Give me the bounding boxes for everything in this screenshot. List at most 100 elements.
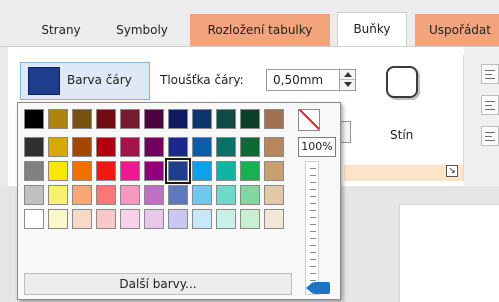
slider-tick [310,259,316,260]
tab-bunky[interactable]: Buňky [337,12,407,47]
color-swatch[interactable] [264,185,284,205]
color-swatch[interactable] [144,209,164,229]
color-swatch[interactable] [24,185,44,205]
color-picker-popup: Další barvy... 100% [17,102,341,300]
color-swatch[interactable] [96,161,116,181]
color-swatch[interactable] [48,109,68,129]
slider-tick [310,280,316,281]
color-swatch[interactable] [168,109,188,129]
line-thickness-spinner[interactable] [339,70,355,90]
color-swatch[interactable] [240,109,260,129]
color-swatch[interactable] [48,137,68,157]
color-swatch[interactable] [168,137,188,157]
line-color-swatch [28,67,60,95]
line-color-button[interactable]: Barva čáry [20,62,150,100]
slider-tick [310,231,316,232]
more-colors-button[interactable]: Další barvy... [24,273,292,295]
align-center-button[interactable] [481,95,499,115]
color-swatch[interactable] [72,209,92,229]
color-swatch[interactable] [120,161,140,181]
color-swatch[interactable] [144,109,164,129]
opacity-slider-thumb[interactable] [306,282,330,294]
color-swatch[interactable] [240,161,260,181]
color-swatch[interactable] [192,137,212,157]
color-swatch[interactable] [144,161,164,181]
slider-tick [310,266,316,267]
color-swatch[interactable] [48,161,68,181]
slider-tick [310,210,316,211]
color-swatch[interactable] [120,109,140,129]
color-swatch[interactable] [72,161,92,181]
line-thickness-label: Tloušťka čáry: [160,73,244,87]
spin-up-icon[interactable] [344,72,352,77]
color-swatch[interactable] [264,137,284,157]
color-swatch[interactable] [120,137,140,157]
slider-tick [310,273,316,274]
line-thickness-field[interactable]: 0,50mm [266,69,356,91]
color-swatch[interactable] [144,137,164,157]
color-swatch[interactable] [165,158,191,184]
dialog-launcher-icon[interactable]: ↘ [446,165,458,177]
color-swatch[interactable] [240,209,260,229]
color-swatch[interactable] [24,209,44,229]
slider-tick [310,252,316,253]
color-swatch[interactable] [96,209,116,229]
no-color-icon[interactable] [298,109,320,131]
color-swatch[interactable] [96,109,116,129]
color-swatch[interactable] [24,109,44,129]
color-swatch[interactable] [24,161,44,181]
color-swatch[interactable] [192,185,212,205]
line-thickness-value: 0,50mm [273,73,324,87]
color-swatch[interactable] [192,161,212,181]
color-swatch[interactable] [144,185,164,205]
align-right-button[interactable] [481,126,499,146]
color-swatch[interactable] [168,209,188,229]
tab-usporadat[interactable]: Uspořádat [415,14,499,46]
color-swatch[interactable] [24,137,44,157]
color-swatch[interactable] [96,185,116,205]
color-swatch[interactable] [264,209,284,229]
opacity-slider[interactable] [302,161,332,295]
slider-tick [310,189,316,190]
color-swatch[interactable] [240,185,260,205]
color-swatch[interactable] [216,137,236,157]
color-swatch[interactable] [264,161,284,181]
color-swatch[interactable] [192,209,212,229]
color-swatch[interactable] [216,109,236,129]
spin-down-icon[interactable] [344,82,352,87]
slider-tick [310,203,316,204]
ribbon-edge [0,47,8,187]
shadow-shape-icon[interactable] [386,66,418,98]
shadow-button-label: Stín [390,128,414,142]
color-swatch[interactable] [72,185,92,205]
slider-tick [310,238,316,239]
color-swatch[interactable] [216,161,236,181]
color-swatch[interactable] [168,185,188,205]
document-page[interactable] [399,204,499,302]
tab-rozlozeni-tabulky[interactable]: Rozložení tabulky [190,14,330,46]
color-swatch[interactable] [192,109,212,129]
slider-tick [310,196,316,197]
color-swatch[interactable] [48,209,68,229]
slider-tick [310,182,316,183]
ribbon-tab-bar: Strany Symboly Rozložení tabulky Buňky U… [0,0,499,47]
color-swatch[interactable] [120,185,140,205]
color-swatch[interactable] [96,137,116,157]
slider-tick [310,245,316,246]
tab-strany[interactable]: Strany [30,14,92,46]
color-swatch[interactable] [216,209,236,229]
color-swatch[interactable] [48,185,68,205]
color-swatch[interactable] [216,185,236,205]
color-swatch[interactable] [72,109,92,129]
tab-symboly[interactable]: Symboly [108,14,176,46]
line-color-label: Barva čáry [67,73,132,87]
align-left-button[interactable] [481,64,499,84]
color-swatch[interactable] [264,109,284,129]
opacity-value: 100% [298,137,336,157]
color-swatch[interactable] [72,137,92,157]
slider-tick [310,175,316,176]
slider-tick [310,217,316,218]
opacity-slider-track[interactable] [305,161,319,295]
color-swatch[interactable] [120,209,140,229]
color-swatch[interactable] [240,137,260,157]
